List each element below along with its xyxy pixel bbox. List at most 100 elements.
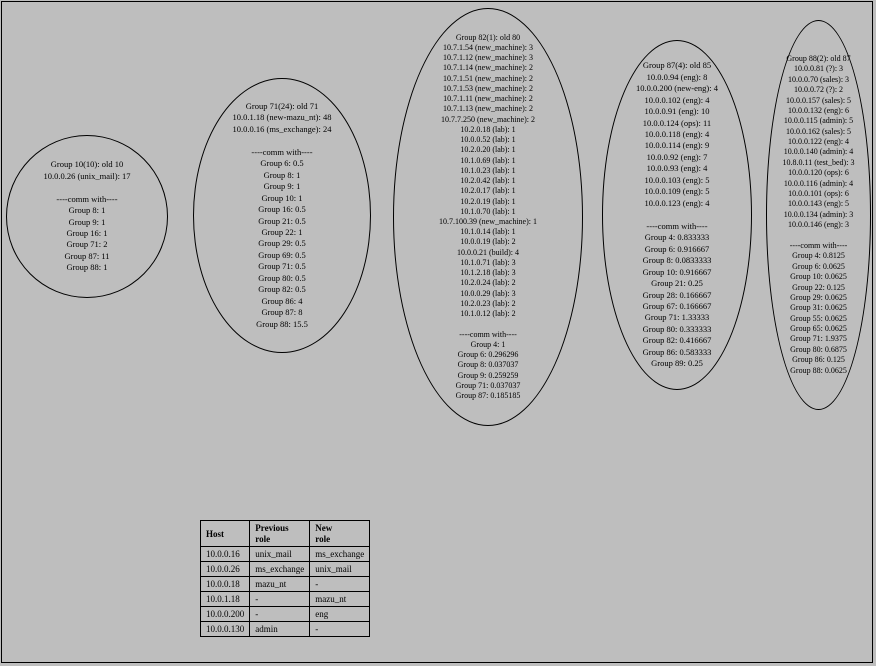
node-line: 10.1.0.69 (lab): 1 <box>460 156 515 166</box>
node-line: Group 6: 0.296296 <box>458 350 519 360</box>
node-line: 10.0.0.132 (eng): 6 <box>788 106 849 116</box>
node-line: 10.1.2.18 (lab): 3 <box>460 268 515 278</box>
node-line: 10.0.0.162 (sales): 5 <box>786 127 851 137</box>
node-line: Group 8: 0.037037 <box>458 360 519 370</box>
node-line: Group 80: 0.5 <box>258 273 305 284</box>
node-line: Group 8: 1 <box>69 205 106 216</box>
node-line: Group 8: 1 <box>264 170 301 181</box>
node-line: 10.7.7.250 (new_machine): 2 <box>441 115 535 125</box>
node-line: 10.8.0.11 (test_bed): 3 <box>783 158 855 168</box>
node-line: 10.7.1.11 (new_machine): 2 <box>443 94 533 104</box>
node-line: 10.0.0.200 (new-eng): 4 <box>636 83 718 94</box>
node-line: 10.0.0.109 (eng): 5 <box>645 186 710 197</box>
node-title: Group 88(2): old 87 <box>786 54 850 64</box>
node-line: 10.2.0.18 (lab): 1 <box>460 125 515 135</box>
node-line: 10.0.0.102 (eng): 4 <box>645 95 710 106</box>
node-line: Group 80: 0.6875 <box>790 345 847 355</box>
node-line: 10.0.0.123 (eng): 4 <box>645 198 710 209</box>
node-line: 10.7.100.39 (new_machine): 1 <box>439 217 537 227</box>
node-line: Group 87: 11 <box>64 251 109 262</box>
node-line: Group 82: 0.416667 <box>643 335 712 346</box>
node-line: Group 29: 0.0625 <box>790 293 847 303</box>
node-line: 10.0.0.103 (eng): 5 <box>645 175 710 186</box>
node-line: Group 4: 1 <box>471 340 506 350</box>
node-sep: ----comm with---- <box>56 194 117 205</box>
node-line: Group 86: 0.583333 <box>643 347 712 358</box>
node-line: 10.2.0.20 (lab): 1 <box>460 145 515 155</box>
node-line: Group 80: 0.333333 <box>643 324 712 335</box>
node-line: Group 9: 1 <box>264 181 301 192</box>
node-line: 10.0.0.52 (lab): 1 <box>460 135 515 145</box>
group-82-node: Group 82(1): old 80 10.7.1.54 (new_machi… <box>393 8 583 426</box>
group-87-node: Group 87(4): old 85 10.0.0.94 (eng): 8 1… <box>602 40 752 390</box>
node-line: 10.0.0.146 (eng): 3 <box>788 220 849 230</box>
node-line: Group 21: 0.5 <box>258 216 305 227</box>
node-line: Group 9: 0.259259 <box>458 371 519 381</box>
node-line: Group 4: 0.833333 <box>645 232 709 243</box>
node-line: 10.7.1.54 (new_machine): 3 <box>443 43 533 53</box>
node-line: 10.0.0.16 (ms_exchange): 24 <box>233 124 332 135</box>
node-line: Group 87: 0.185185 <box>456 391 521 401</box>
node-line: Group 29: 0.5 <box>258 238 305 249</box>
group-71-node: Group 71(24): old 71 10.0.1.18 (new-mazu… <box>193 78 371 353</box>
node-line: Group 10: 0.0625 <box>790 272 847 282</box>
node-line: 10.7.1.12 (new_machine): 3 <box>443 53 533 63</box>
node-line: Group 86: 4 <box>261 296 302 307</box>
node-line: Group 4: 0.8125 <box>792 251 845 261</box>
node-line: 10.0.0.140 (admin): 4 <box>784 147 854 157</box>
node-line: Group 28: 0.166667 <box>643 290 712 301</box>
node-line: 10.1.0.23 (lab): 1 <box>460 166 515 176</box>
node-line: Group 16: 1 <box>66 228 107 239</box>
node-line: 10.0.0.120 (ops): 6 <box>788 168 849 178</box>
table-row: 10.0.0.18mazu_nt- <box>201 577 370 592</box>
node-line: Group 10: 0.916667 <box>643 267 712 278</box>
node-line: Group 88: 15.5 <box>256 319 308 330</box>
node-title: Group 10(10): old 10 <box>51 159 123 170</box>
node-line: 10.7.1.14 (new_machine): 2 <box>443 63 533 73</box>
node-line: 10.0.0.92 (eng): 7 <box>647 152 708 163</box>
table-row: 10.0.1.18-mazu_nt <box>201 592 370 607</box>
node-line: 10.0.0.101 (ops): 6 <box>788 189 849 199</box>
node-title: Group 82(1): old 80 <box>456 33 520 43</box>
node-line: 10.1.0.70 (lab): 1 <box>460 207 515 217</box>
node-line: 10.0.0.93 (eng): 4 <box>647 163 708 174</box>
node-line: 10.0.0.114 (eng): 9 <box>645 140 710 151</box>
node-line: Group 65: 0.0625 <box>790 324 847 334</box>
node-line: Group 8: 0.0833333 <box>643 255 712 266</box>
node-line: Group 6: 0.5 <box>260 158 303 169</box>
node-line: 10.2.0.24 (lab): 2 <box>460 278 515 288</box>
node-line: 10.7.1.53 (new_machine): 2 <box>443 84 533 94</box>
role-change-table: Host Previous New role role 10.0.0.16uni… <box>200 520 370 637</box>
node-title: Group 87(4): old 85 <box>643 60 711 71</box>
node-line: 10.0.0.94 (eng): 8 <box>647 72 708 83</box>
node-line: 10.0.0.157 (sales): 5 <box>786 96 851 106</box>
node-line: Group 10: 1 <box>261 193 302 204</box>
node-line: 10.1.0.71 (lab): 3 <box>460 258 515 268</box>
node-line: 10.0.0.21 (build): 4 <box>457 248 519 258</box>
node-line: 10.0.0.91 (eng): 10 <box>645 106 710 117</box>
node-line: 10.0.0.134 (admin): 3 <box>784 210 854 220</box>
node-sep: ----comm with---- <box>251 147 312 158</box>
table-row: 10.0.0.200-eng <box>201 607 370 622</box>
node-sep: ----comm with---- <box>459 330 517 340</box>
node-line: Group 69: 0.5 <box>258 250 305 261</box>
table-row: 10.0.0.26ms_exchangeunix_mail <box>201 562 370 577</box>
node-line: 10.7.1.51 (new_machine): 2 <box>443 74 533 84</box>
th-prev: Previous <box>250 521 310 535</box>
node-line: Group 88: 0.0625 <box>790 366 847 376</box>
node-sep: ----comm with---- <box>646 221 707 232</box>
node-line: 10.2.0.42 (lab): 1 <box>460 176 515 186</box>
node-line: 10.0.0.116 (admin): 4 <box>784 179 853 189</box>
th-new2: role <box>310 534 370 547</box>
node-line: Group 86: 0.125 <box>792 355 845 365</box>
node-line: Group 82: 0.5 <box>258 284 305 295</box>
node-line: 10.2.0.17 (lab): 1 <box>460 186 515 196</box>
node-line: 10.1.0.12 (lab): 2 <box>460 309 515 319</box>
node-line: 10.0.0.118 (eng): 4 <box>645 129 710 140</box>
node-sep: ----comm with---- <box>790 241 848 251</box>
node-line: 10.1.0.14 (lab): 1 <box>460 227 515 237</box>
node-line: 10.0.0.143 (eng): 5 <box>788 199 849 209</box>
node-line: Group 88: 1 <box>66 262 107 273</box>
node-line: 10.0.1.18 (new-mazu_nt): 48 <box>233 112 332 123</box>
node-line: 10.0.0.29 (lab): 3 <box>460 289 515 299</box>
